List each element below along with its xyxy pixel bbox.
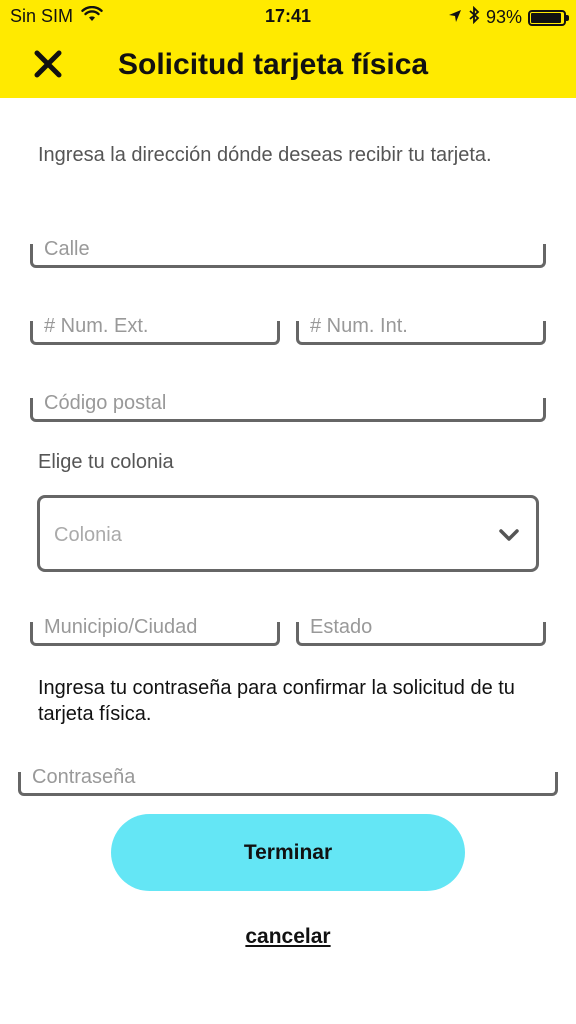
bluetooth-icon (468, 5, 480, 29)
finish-button[interactable]: Terminar (111, 814, 465, 891)
header-bar: Solicitud tarjeta física (0, 32, 576, 98)
colonia-select[interactable]: Colonia (37, 495, 539, 572)
ext-number-field-border (30, 321, 280, 345)
ext-number-field[interactable]: # Num. Ext. (30, 315, 280, 345)
int-number-field-border (296, 321, 546, 345)
password-field[interactable]: Contraseña (18, 766, 558, 796)
municipio-field[interactable]: Municipio/Ciudad (30, 616, 280, 646)
status-bar: Sin SIM 17:41 93% (0, 0, 576, 32)
municipio-field-border (30, 622, 280, 646)
colonia-placeholder: Colonia (54, 524, 122, 546)
location-arrow-icon (448, 7, 462, 28)
int-number-field[interactable]: # Num. Int. (296, 315, 546, 345)
postal-code-field-border (30, 398, 546, 422)
battery-icon (528, 9, 569, 26)
status-right: 93% (448, 5, 569, 29)
chevron-down-icon (498, 528, 520, 547)
colonia-label: Elige tu colonia (38, 451, 174, 473)
street-field[interactable]: Calle (30, 238, 546, 268)
password-field-border (18, 772, 558, 796)
postal-code-field[interactable]: Código postal (30, 392, 546, 422)
street-field-border (30, 244, 546, 268)
close-icon (34, 50, 62, 83)
address-instructions: Ingresa la dirección dónde deseas recibi… (38, 144, 492, 166)
cancel-link[interactable]: cancelar (0, 925, 576, 949)
estado-field[interactable]: Estado (296, 616, 546, 646)
battery-percent: 93% (485, 7, 522, 27)
estado-field-border (296, 622, 546, 646)
password-instructions: Ingresa tu contraseña para confirmar la … (38, 677, 515, 725)
close-button[interactable] (28, 46, 68, 86)
page-title: Solicitud tarjeta física (118, 48, 429, 81)
